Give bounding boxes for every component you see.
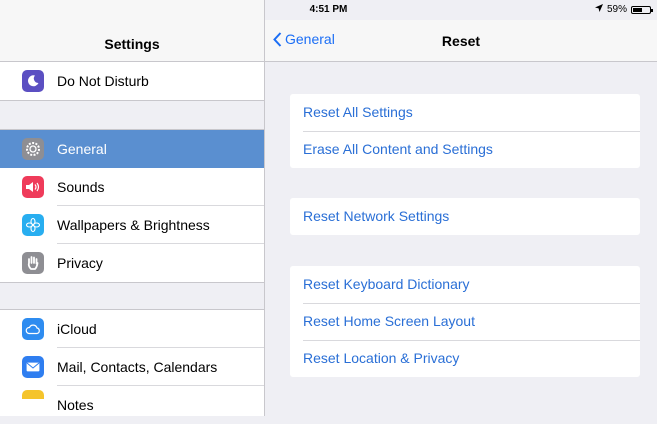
sidebar-item-do-not-disturb[interactable]: Do Not Disturb: [0, 62, 264, 100]
reset-all-settings-button[interactable]: Reset All Settings: [290, 94, 640, 131]
sidebar-item-sounds[interactable]: Sounds: [0, 168, 264, 206]
reset-group-other: Reset Keyboard Dictionary Reset Home Scr…: [290, 266, 640, 377]
envelope-icon: [22, 356, 44, 378]
reset-home-screen-layout-button[interactable]: Reset Home Screen Layout: [290, 303, 640, 340]
location-arrow-icon: [594, 0, 603, 20]
page-title: Reset: [441, 33, 481, 49]
cloud-icon: [22, 318, 44, 340]
sidebar-item-label: Privacy: [57, 255, 103, 271]
sidebar-item-icloud[interactable]: iCloud: [0, 310, 264, 348]
notes-icon: [22, 390, 44, 412]
sidebar-item-label: Sounds: [57, 168, 264, 206]
hand-icon: [22, 252, 44, 274]
sidebar-item-label: Mail, Contacts, Calendars: [57, 348, 264, 386]
reset-network-settings-button[interactable]: Reset Network Settings: [290, 198, 640, 235]
sidebar-item-label: General: [57, 141, 107, 157]
battery-icon: [631, 6, 653, 14]
settings-sidebar: Settings Do Not Disturb General Sounds W…: [0, 0, 265, 416]
battery-percent: 59%: [606, 4, 627, 15]
sidebar-item-mail[interactable]: Mail, Contacts, Calendars: [0, 348, 264, 386]
reset-location-privacy-button[interactable]: Reset Location & Privacy: [290, 340, 640, 377]
sidebar-item-label: Notes: [57, 397, 94, 413]
speaker-icon: [22, 176, 44, 198]
sidebar-item-privacy[interactable]: Privacy: [0, 244, 264, 282]
sidebar-item-notes[interactable]: Notes: [0, 386, 264, 416]
reset-keyboard-dictionary-button[interactable]: Reset Keyboard Dictionary: [290, 266, 640, 303]
sidebar-item-label: Do Not Disturb: [57, 73, 149, 89]
reset-group-network: Reset Network Settings: [290, 198, 640, 235]
battery-level: [633, 8, 642, 12]
navigation-bar: General Reset: [265, 20, 657, 62]
sidebar-item-wallpapers[interactable]: Wallpapers & Brightness: [0, 206, 264, 244]
gear-icon: [22, 138, 44, 160]
moon-icon: [22, 70, 44, 92]
flower-icon: [22, 214, 44, 236]
sidebar-item-label: Wallpapers & Brightness: [57, 206, 264, 244]
sidebar-title: Settings: [0, 20, 264, 62]
sidebar-item-label: iCloud: [57, 310, 264, 348]
section-gap: [0, 100, 264, 130]
sidebar-item-general[interactable]: General: [0, 130, 264, 168]
section-gap: [0, 282, 264, 310]
erase-all-content-button[interactable]: Erase All Content and Settings: [290, 131, 640, 168]
reset-group-content: Reset All Settings Erase All Content and…: [290, 94, 640, 168]
